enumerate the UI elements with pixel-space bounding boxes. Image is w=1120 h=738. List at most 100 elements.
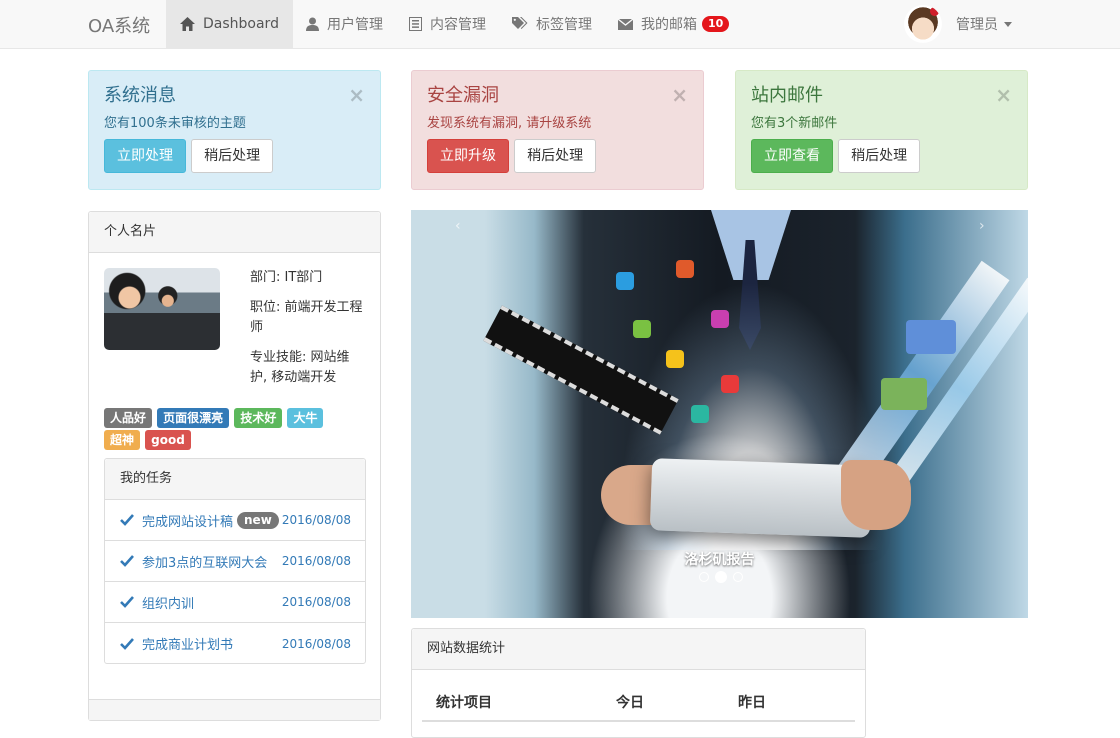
handle-later-button[interactable]: 稍后处理 bbox=[514, 139, 597, 173]
panel-footer bbox=[89, 699, 380, 720]
alert-title: 站内邮件 bbox=[751, 85, 823, 106]
profile-tag: 大牛 bbox=[287, 408, 324, 428]
task-item[interactable]: 完成商业计划书 2016/08/08 bbox=[105, 623, 365, 664]
profile-tag: 人品好 bbox=[104, 408, 153, 428]
task-title-link[interactable]: 完成商业计划书 bbox=[142, 634, 233, 653]
carousel-image-hand bbox=[841, 460, 911, 530]
panel-heading: 个人名片 bbox=[89, 212, 380, 253]
main-nav: Dashboard 用户管理 内容管理 标签管理 我的邮箱 10 bbox=[166, 0, 742, 48]
close-icon[interactable]: × bbox=[671, 85, 688, 105]
nav-label: 用户管理 bbox=[326, 17, 383, 33]
panel-heading: 网站数据统计 bbox=[412, 629, 865, 670]
handle-later-button[interactable]: 稍后处理 bbox=[191, 139, 274, 173]
carousel-indicator-dot[interactable] bbox=[733, 572, 743, 582]
task-item[interactable]: 参加3点的互联网大会 2016/08/08 bbox=[105, 541, 365, 582]
check-icon bbox=[120, 637, 134, 650]
app-icon bbox=[691, 405, 709, 423]
check-icon bbox=[120, 555, 134, 567]
task-item[interactable]: 完成网站设计稿 new 2016/08/08 bbox=[105, 500, 365, 541]
profile-photo bbox=[104, 268, 220, 350]
carousel-indicators bbox=[699, 571, 743, 583]
close-icon[interactable]: × bbox=[995, 85, 1012, 105]
caret-down-icon bbox=[1004, 21, 1012, 27]
task-item[interactable]: 组织内训 2016/08/08 bbox=[105, 582, 365, 623]
carousel-indicator-dot[interactable] bbox=[699, 572, 709, 582]
user-menu[interactable]: 管理员 bbox=[904, 4, 1012, 44]
top-navbar: OA系统 Dashboard 用户管理 内容管理 标签管理 我的邮箱 10 管理… bbox=[0, 0, 1120, 49]
department-text: 部门: IT部门 bbox=[250, 270, 323, 285]
column-header: 昨日 bbox=[738, 695, 766, 711]
nav-content-management[interactable]: 内容管理 bbox=[396, 0, 499, 48]
carousel-prev-control[interactable]: ‹ bbox=[455, 218, 461, 234]
photo-thumbnail bbox=[881, 378, 927, 410]
close-icon[interactable]: × bbox=[348, 85, 365, 105]
user-icon bbox=[305, 17, 319, 31]
app-icon bbox=[616, 272, 634, 290]
carousel-next-control[interactable]: › bbox=[979, 218, 985, 234]
handle-later-button[interactable]: 稍后处理 bbox=[838, 139, 921, 173]
tags-icon bbox=[511, 17, 528, 31]
profile-card-panel: 个人名片 部门: IT部门 职位: 前端开发工程师 专业技能: 网站维护, 移动… bbox=[88, 211, 381, 721]
alert-text: 发现系统有漏洞, 请升级系统 bbox=[427, 116, 592, 131]
column-header: 统计项目 bbox=[436, 695, 492, 711]
check-icon bbox=[120, 514, 134, 526]
alert-text: 您有100条未审核的主题 bbox=[104, 116, 246, 131]
list-icon bbox=[408, 17, 422, 31]
nav-my-mailbox[interactable]: 我的邮箱 10 bbox=[605, 0, 742, 48]
profile-tags: 人品好 页面很漂亮 技术好 大牛 超神 good bbox=[104, 408, 344, 452]
column-header: 今日 bbox=[616, 695, 644, 711]
skills-text: 专业技能: 网站维护, 移动端开发 bbox=[250, 350, 350, 385]
alert-title: 安全漏洞 bbox=[427, 85, 499, 106]
nav-label: 内容管理 bbox=[429, 17, 486, 33]
carousel-image-tablet bbox=[649, 458, 873, 538]
nav-label: 我的邮箱 bbox=[640, 17, 697, 33]
check-icon bbox=[120, 596, 134, 608]
task-title-link[interactable]: 参加3点的互联网大会 bbox=[142, 552, 267, 571]
image-carousel[interactable]: ‹ › 洛杉矶报告 bbox=[411, 210, 1028, 618]
task-title-link[interactable]: 组织内训 bbox=[142, 593, 194, 612]
profile-tag: good bbox=[145, 430, 191, 450]
my-tasks-panel: 我的任务 完成网站设计稿 new 2016/08/08 参加3点的互联网大会 2… bbox=[104, 458, 366, 664]
panel-heading: 我的任务 bbox=[105, 459, 365, 500]
system-message-alert: × 系统消息 您有100条未审核的主题 立即处理 稍后处理 bbox=[88, 70, 381, 190]
upgrade-now-button[interactable]: 立即升级 bbox=[427, 139, 509, 173]
mail-count-badge: 10 bbox=[701, 16, 730, 32]
nav-label: 标签管理 bbox=[535, 17, 592, 33]
view-now-button[interactable]: 立即查看 bbox=[751, 139, 833, 173]
user-name: 管理员 bbox=[956, 17, 998, 33]
task-title-link[interactable]: 完成网站设计稿 bbox=[142, 511, 233, 530]
profile-info: 部门: IT部门 职位: 前端开发工程师 专业技能: 网站维护, 移动端开发 bbox=[250, 268, 365, 398]
home-icon bbox=[180, 17, 195, 31]
nav-tag-management[interactable]: 标签管理 bbox=[499, 0, 605, 48]
task-date: 2016/08/08 bbox=[281, 513, 351, 527]
task-date: 2016/08/08 bbox=[281, 554, 351, 568]
task-date: 2016/08/08 bbox=[281, 636, 351, 651]
nav-user-management[interactable]: 用户管理 bbox=[293, 0, 396, 48]
handle-now-button[interactable]: 立即处理 bbox=[104, 139, 186, 173]
new-badge: new bbox=[237, 511, 279, 529]
nav-label: Dashboard bbox=[203, 16, 279, 32]
stats-table-header: 统计项目 今日 昨日 bbox=[422, 692, 855, 722]
user-avatar bbox=[904, 5, 942, 43]
position-text: 职位: 前端开发工程师 bbox=[250, 300, 363, 335]
alert-title: 系统消息 bbox=[104, 85, 176, 106]
app-icon bbox=[711, 310, 729, 328]
brand-logo[interactable]: OA系统 bbox=[88, 12, 150, 38]
site-mail-alert: × 站内邮件 您有3个新邮件 立即查看 稍后处理 bbox=[735, 70, 1028, 190]
profile-tag: 页面很漂亮 bbox=[157, 408, 230, 428]
carousel-indicator-dot[interactable] bbox=[715, 571, 727, 583]
envelope-icon bbox=[617, 18, 633, 30]
profile-tag: 超神 bbox=[104, 430, 141, 450]
app-icon bbox=[633, 320, 651, 338]
security-vulnerability-alert: × 安全漏洞 发现系统有漏洞, 请升级系统 立即升级 稍后处理 bbox=[411, 70, 704, 190]
task-date: 2016/08/08 bbox=[281, 595, 351, 609]
carousel-caption: 洛杉矶报告 bbox=[684, 552, 755, 568]
app-icon bbox=[676, 260, 694, 278]
photo-thumbnail bbox=[906, 320, 956, 354]
app-icon bbox=[721, 375, 739, 393]
app-icon bbox=[666, 350, 684, 368]
nav-dashboard[interactable]: Dashboard bbox=[166, 0, 293, 48]
profile-tag: 技术好 bbox=[234, 408, 283, 428]
site-stats-panel: 网站数据统计 统计项目 今日 昨日 bbox=[411, 628, 866, 738]
alert-text: 您有3个新邮件 bbox=[751, 116, 838, 131]
